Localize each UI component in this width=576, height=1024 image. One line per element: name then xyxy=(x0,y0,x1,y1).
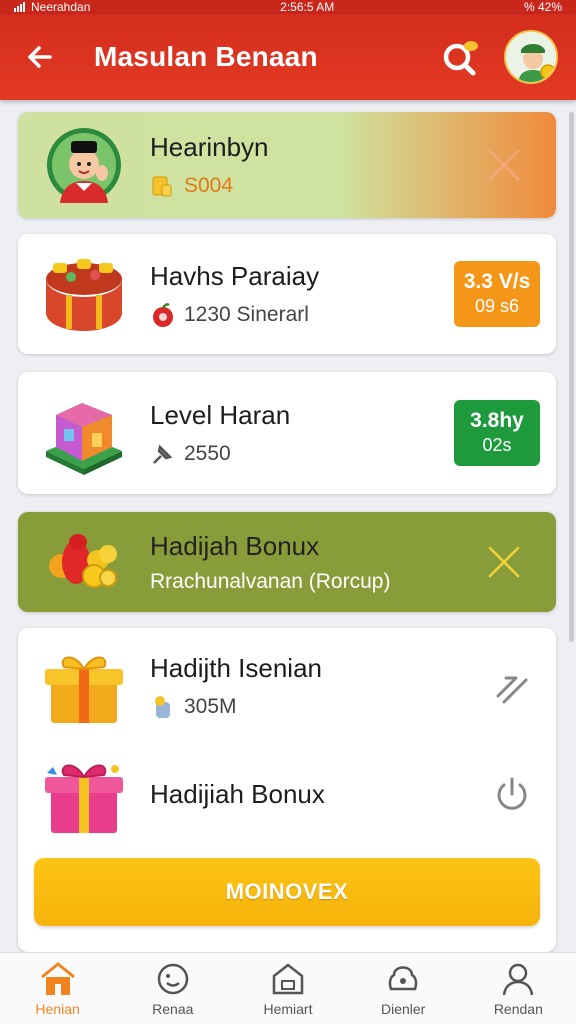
battery-text: % 42% xyxy=(523,0,562,14)
signal-icon xyxy=(14,2,25,12)
list-item[interactable]: Hadijth Isenian 305M xyxy=(18,628,556,744)
nav-item-home[interactable]: Henian xyxy=(8,961,108,1017)
badge-top: 3.8hy xyxy=(470,409,524,432)
nav-label: Henian xyxy=(35,1000,80,1017)
badge-bottom: 02s xyxy=(482,435,512,455)
badge-bottom: 09 s6 xyxy=(474,296,520,316)
cube-icon xyxy=(46,403,122,475)
card-value: S004 xyxy=(184,173,234,197)
user-avatar-icon xyxy=(506,32,556,82)
double-chevron-icon xyxy=(496,676,528,704)
fruit-coins-icon xyxy=(49,534,117,588)
card-title: Havhs Paraiay xyxy=(150,260,320,291)
badge-top: 3.3 V/s xyxy=(463,270,531,293)
rate-badge[interactable]: 3.3 V/s 09 s6 xyxy=(454,261,540,327)
nav-item-renaa[interactable]: Renaa xyxy=(123,961,223,1017)
nav-item-dienler[interactable]: Dienler xyxy=(353,961,453,1017)
nav-label: Dienler xyxy=(380,1000,426,1017)
dismiss-button[interactable] xyxy=(482,540,526,584)
smiley-icon xyxy=(157,963,189,994)
nav-item-hemiart[interactable]: Hemiart xyxy=(238,961,338,1017)
profile-card[interactable]: Hearinbyn S004 xyxy=(18,112,556,218)
power-icon xyxy=(497,777,527,810)
nav-label: Rendan xyxy=(493,1000,543,1017)
jar-icon xyxy=(155,695,170,718)
home-icon xyxy=(40,961,75,995)
item-title: Hadijth Isenian xyxy=(150,652,322,683)
offer-card[interactable]: Havhs Paraiay 1230 Sinerarl 3.3 V/s 09 s… xyxy=(18,234,556,354)
status-time: 2:56:5 AM xyxy=(280,0,335,14)
fruit-image xyxy=(34,512,134,612)
page-title: Masulan Benaan xyxy=(94,41,318,72)
gift-box-pink-icon xyxy=(45,764,123,833)
card-title: Level Haran xyxy=(150,399,291,430)
rate-badge[interactable]: 3.8hy 02s xyxy=(454,400,540,466)
cake-image xyxy=(34,244,134,344)
store-icon xyxy=(272,962,304,994)
back-button[interactable] xyxy=(18,35,62,79)
bag-icon xyxy=(388,965,418,990)
item-title: Hadijiah Bonux xyxy=(150,778,325,809)
level-card[interactable]: Level Haran 2550 3.8hy 02s xyxy=(18,372,556,494)
bonus-card[interactable]: Hadijah Bonux Rrachunalvanan (Rorcup) xyxy=(18,512,556,612)
card-value: 2550 xyxy=(184,441,231,465)
apple-icon xyxy=(153,302,173,327)
search-icon xyxy=(443,41,478,76)
card-title: Hearinbyn xyxy=(150,131,269,162)
cube-image xyxy=(34,383,134,483)
nav-label: Renaa xyxy=(152,1000,194,1017)
close-icon xyxy=(488,149,520,181)
card-value: 1230 Sinerarl xyxy=(184,302,309,326)
scrollbar[interactable] xyxy=(569,112,574,642)
nav-label: Hemiart xyxy=(263,1000,313,1017)
close-icon xyxy=(488,546,520,578)
card-subtitle: Rrachunalvanan (Rorcup) xyxy=(150,569,391,593)
character-avatar xyxy=(34,115,134,215)
gift-image xyxy=(34,744,134,844)
card-title: Hadijah Bonux xyxy=(150,530,320,561)
treasure-cake-icon xyxy=(46,259,122,331)
status-bar: Neerahdan 2:56:5 AM % 42% xyxy=(0,0,576,14)
nav-item-rendan[interactable]: Rendan xyxy=(468,961,568,1017)
gift-box-icon xyxy=(45,656,123,723)
arrow-left-icon xyxy=(28,46,52,68)
avatar[interactable] xyxy=(504,30,558,84)
character-icon xyxy=(47,128,121,203)
gift-image xyxy=(34,636,134,736)
share-button[interactable] xyxy=(490,664,534,708)
pin-icon xyxy=(153,444,173,464)
item-value: 305M xyxy=(184,694,237,718)
carrier-name: Neerahdan xyxy=(31,0,91,14)
search-button[interactable] xyxy=(438,35,482,79)
app-bar: Masulan Benaan xyxy=(0,14,576,100)
list-item[interactable]: Hadijiah Bonux xyxy=(18,744,556,844)
profile-icon xyxy=(503,963,534,995)
coin-stack-icon xyxy=(152,176,172,196)
primary-action-button[interactable]: MOINOVEX xyxy=(34,858,540,926)
gift-list-card: Hadijth Isenian 305M Hadijiah Bonux MOIN… xyxy=(18,628,556,952)
bottom-nav: Henian Renaa Hemiart Dienler Rendan xyxy=(0,952,576,1024)
dismiss-button[interactable] xyxy=(482,143,526,187)
power-button[interactable] xyxy=(490,772,534,816)
